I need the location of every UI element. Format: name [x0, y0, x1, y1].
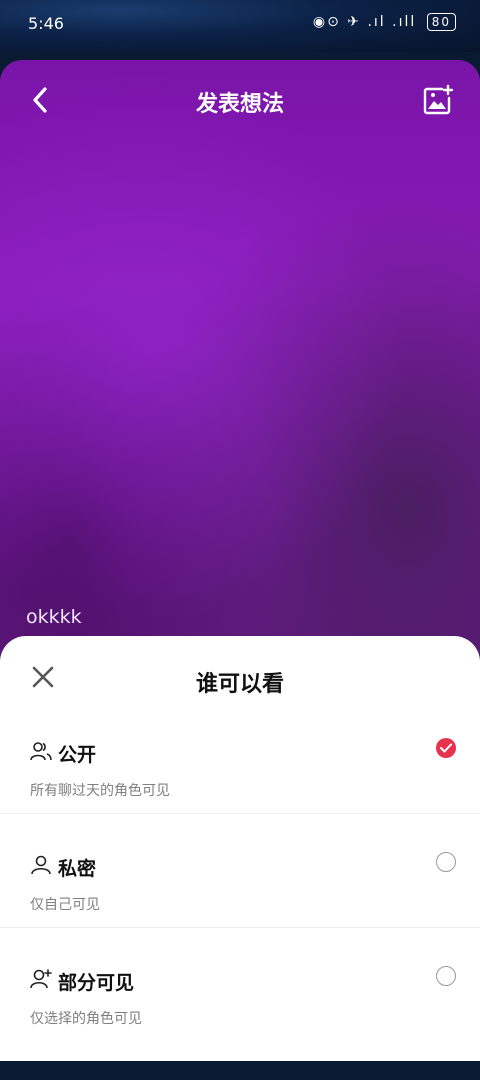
option-label: 部分可见 — [58, 972, 135, 994]
add-image-button[interactable] — [420, 82, 456, 118]
status-bar: 5:46 ◉⊙ ✈ .ıl .ıll 80 — [0, 0, 480, 52]
option-label: 公开 — [58, 744, 97, 766]
status-icons: ◉⊙ ✈ .ıl .ıll 80 — [313, 13, 456, 31]
option-label: 私密 — [58, 858, 97, 880]
visibility-sheet: 谁可以看 公开 所有聊过天的角色可见 私密 仅自己可见 部分可见 仅选择的角色可… — [0, 636, 480, 1061]
option-partial[interactable]: 部分可见 仅选择的角色可见 — [0, 966, 480, 1080]
battery-icon: 80 — [426, 13, 456, 31]
group-icon — [30, 742, 52, 761]
top-bar: 发表想法 — [0, 60, 480, 140]
person-add-icon — [30, 969, 52, 989]
radio-checked-icon[interactable] — [436, 738, 456, 758]
option-public[interactable]: 公开 所有聊过天的角色可见 — [0, 738, 480, 852]
option-private[interactable]: 私密 仅自己可见 — [0, 852, 480, 966]
divider — [0, 927, 480, 928]
option-description: 仅自己可见 — [30, 897, 100, 913]
status-time: 5:46 — [28, 14, 64, 33]
radio-unchecked-icon[interactable] — [436, 966, 456, 986]
person-icon — [31, 855, 51, 875]
sheet-title: 谁可以看 — [195, 672, 284, 697]
option-description: 仅选择的角色可见 — [30, 1011, 142, 1027]
divider — [0, 813, 480, 814]
page-title: 发表想法 — [195, 92, 284, 117]
post-text[interactable]: okkkk — [26, 606, 82, 628]
radio-unchecked-icon[interactable] — [436, 852, 456, 872]
option-description: 所有聊过天的角色可见 — [30, 783, 170, 799]
add-image-icon — [423, 84, 454, 115]
signal-icons: ◉⊙ ✈ .ıl .ıll — [312, 14, 417, 30]
post-card: 发表想法 okkkk — [0, 60, 480, 700]
